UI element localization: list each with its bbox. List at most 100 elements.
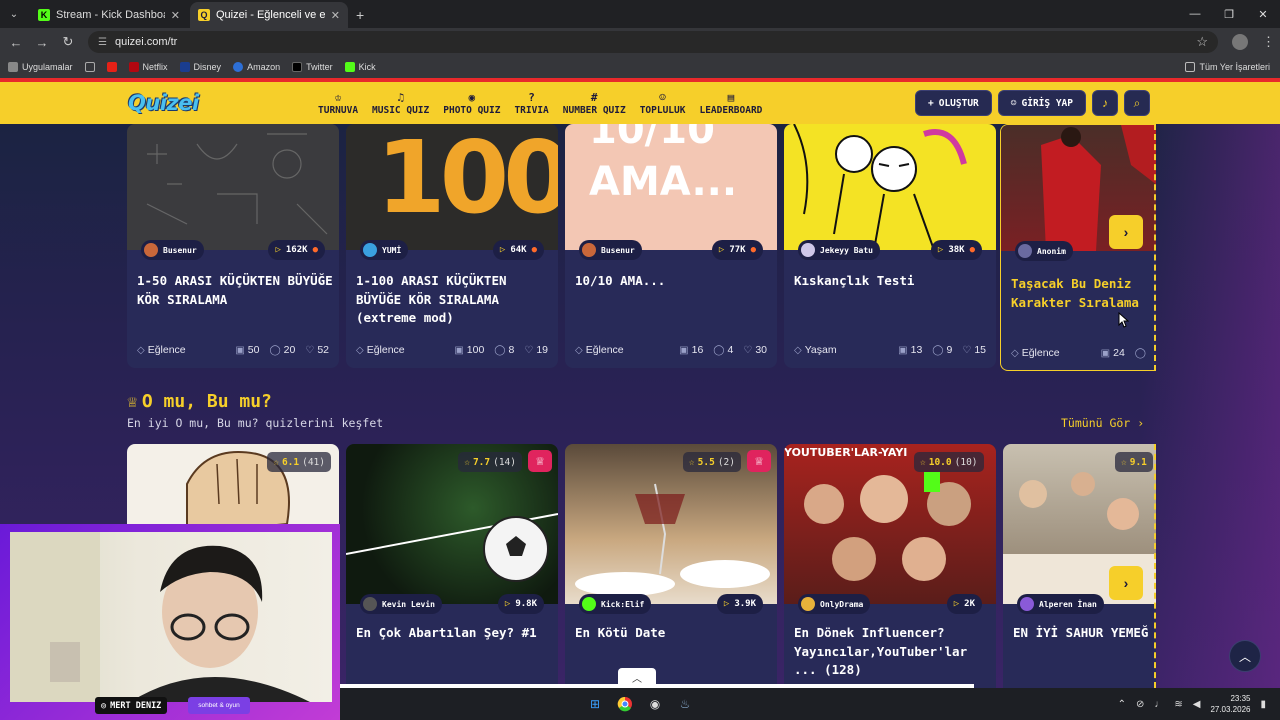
volume-icon[interactable]: ◀ bbox=[1193, 699, 1201, 710]
nav-photo-quiz[interactable]: ◉ PHOTO QUIZ bbox=[443, 91, 500, 116]
author-pill[interactable]: Alperen İnan bbox=[1017, 594, 1104, 614]
author-pill[interactable]: OnlyDrama bbox=[798, 594, 871, 614]
nav-music-quiz[interactable]: ♫ MUSIC QUIZ bbox=[372, 91, 429, 116]
author-pill[interactable]: YUMİ bbox=[360, 240, 409, 260]
author-pill[interactable]: Jekeyy Batu bbox=[798, 240, 880, 260]
quiz-title[interactable]: 10/10 AMA... bbox=[575, 272, 771, 291]
forward-button[interactable]: → bbox=[30, 35, 54, 50]
bookmark-grid[interactable] bbox=[84, 62, 95, 72]
network-off-icon[interactable]: ⊘ bbox=[1136, 699, 1144, 710]
tab-search-button[interactable]: ⌄ bbox=[0, 0, 28, 28]
author-pill[interactable]: Busenur bbox=[141, 240, 204, 260]
site-info-icon[interactable]: ☰ bbox=[98, 37, 107, 48]
nav-number-quiz[interactable]: # NUMBER QUIZ bbox=[563, 91, 626, 116]
steam-icon[interactable]: ♨ bbox=[676, 695, 694, 713]
quiz-card[interactable]: Jekeyy Batu ▷ 38K ● Kıskançlık Testi ◇ Yaşa… bbox=[784, 124, 996, 368]
create-button[interactable]: + OLUŞTUR bbox=[915, 90, 992, 116]
author-pill[interactable]: Anonim bbox=[1015, 241, 1073, 261]
quiz-title[interactable]: 1-50 ARASI KÜÇÜKTEN BÜYÜĞE KÖR SIRALAMA bbox=[137, 272, 333, 309]
wifi-icon[interactable]: ≋ bbox=[1174, 699, 1182, 710]
quiz-card[interactable]: 10/10 AMA... Busenur ▷ 77K ● 10/10 AMA... … bbox=[565, 124, 777, 368]
author-pill[interactable]: Kick:Elif bbox=[579, 594, 652, 614]
poll-card[interactable]: ☆ 9.1 › Alperen İnan EN İYİ SAHUR YEMEĞ bbox=[1003, 444, 1156, 688]
tab-quizei[interactable]: Q Quizei - Eğlenceli ve etkileşimli ✕ bbox=[190, 2, 348, 28]
carousel-next-button[interactable]: › bbox=[1109, 215, 1143, 249]
close-window-button[interactable]: ✕ bbox=[1246, 0, 1280, 28]
browser-menu-icon[interactable]: ⋮ bbox=[1262, 34, 1275, 50]
tab-kick-dashboard[interactable]: K Stream - Kick Dashboard ✕ bbox=[30, 2, 188, 28]
clock[interactable]: 23:35 27.03.2026 bbox=[1210, 693, 1250, 715]
all-bookmarks[interactable]: Tüm Yer İşaretleri bbox=[1185, 62, 1270, 72]
tab-title: Quizei - Eğlenceli ve etkileşimli bbox=[216, 9, 325, 21]
bookmark-kick[interactable]: Kick bbox=[344, 62, 376, 72]
scroll-to-top-button[interactable]: ︿ bbox=[1229, 640, 1261, 672]
obs-icon[interactable]: ◉ bbox=[646, 695, 664, 713]
bookmark-netflix[interactable]: Netflix bbox=[128, 62, 168, 72]
bookmark-label: Disney bbox=[193, 62, 222, 72]
nav-turnuva[interactable]: ♔ TURNUVA bbox=[318, 91, 358, 116]
rating-value: 10.0 bbox=[928, 456, 952, 468]
category[interactable]: ◇ Yaşam bbox=[794, 344, 888, 356]
bookmark-amazon[interactable]: Amazon bbox=[233, 62, 280, 72]
poll-card[interactable]: ☆ 5.5 (2) ♕ Kick:Elif ▷ 3.9K En Kötü Date bbox=[565, 444, 777, 688]
poll-card[interactable]: ☆ 7.7 (14) ♕ Kevin Levin ▷ 9.8K En Çok Abar… bbox=[346, 444, 558, 688]
author-pill[interactable]: Busenur bbox=[579, 240, 642, 260]
quiz-card[interactable]: 100 YUMİ ▷ 64K ● 1-100 ARASI KÜÇÜKTEN BÜYÜ… bbox=[346, 124, 558, 368]
quiz-title[interactable]: Taşacak Bu Deniz Karakter Sıralama bbox=[1011, 275, 1156, 312]
notifications-button[interactable]: ♪ bbox=[1092, 90, 1118, 116]
author-name: Alperen İnan bbox=[1039, 599, 1097, 609]
category-label: Eğlence bbox=[1021, 347, 1060, 359]
category[interactable]: ◇ Eğlence bbox=[356, 344, 444, 356]
microphone-icon[interactable]: ♩ bbox=[1154, 699, 1164, 710]
quizei-logo[interactable]: Quizei bbox=[128, 91, 199, 115]
restore-button[interactable]: ❐ bbox=[1212, 0, 1246, 28]
chrome-icon[interactable] bbox=[616, 695, 634, 713]
poll-title[interactable]: En Dönek Influencer? Yayıncılar,YouTuber… bbox=[794, 624, 990, 680]
quiz-card-hovered[interactable]: › Anonim Taşacak Bu Deniz Karakter Sıral… bbox=[1000, 124, 1156, 371]
poll-title[interactable]: EN İYİ SAHUR YEMEĞ bbox=[1013, 624, 1156, 643]
author-pill[interactable]: Kevin Levin bbox=[360, 594, 442, 614]
see-all-link[interactable]: Tümünü Gör › bbox=[1061, 416, 1144, 430]
like-count[interactable]: ♡ 30 bbox=[743, 344, 767, 356]
streamer-name: MERT DENIZ bbox=[110, 700, 162, 711]
quiz-title[interactable]: Kıskançlık Testi bbox=[794, 272, 990, 291]
bookmark-youtube[interactable] bbox=[106, 62, 117, 72]
like-count[interactable]: ♡ 19 bbox=[524, 344, 548, 356]
windows-start-icon[interactable]: ⊞ bbox=[586, 695, 604, 713]
nav-leaderboard[interactable]: ▤ LEADERBOARD bbox=[699, 91, 762, 116]
chevron-up-icon[interactable]: ⌃ bbox=[1118, 699, 1126, 710]
category[interactable]: ◇ Eğlence bbox=[575, 344, 669, 356]
poll-card[interactable]: YOUTUBER'LAR-YAYI ☆ 10.0 (10) OnlyDrama ▷ 2… bbox=[784, 444, 996, 688]
login-button[interactable]: ☺ GİRİŞ YAP bbox=[997, 90, 1086, 116]
close-tab-icon[interactable]: ✕ bbox=[171, 9, 180, 22]
like-count[interactable]: ♡ 52 bbox=[305, 344, 329, 356]
poll-title[interactable]: En Çok Abartılan Şey? #1 bbox=[356, 624, 552, 643]
bookmark-star-icon[interactable]: ☆ bbox=[1196, 34, 1208, 50]
nav-topluluk[interactable]: ☺ TOPLULUK bbox=[640, 91, 686, 116]
url-field[interactable]: ☰ quizei.com/tr ☆ bbox=[88, 31, 1218, 53]
carousel-next-button[interactable]: › bbox=[1109, 566, 1143, 600]
carousel-edge bbox=[1154, 444, 1156, 688]
profile-avatar[interactable] bbox=[1232, 34, 1248, 50]
back-button[interactable]: ← bbox=[4, 35, 28, 50]
category[interactable]: ◇ Eğlence bbox=[1011, 347, 1091, 359]
quiz-meta: ◇ Eğlence ▣ 24 ◯ bbox=[1011, 347, 1146, 359]
carousel-edge bbox=[1154, 124, 1156, 371]
like-count[interactable]: ♡ 15 bbox=[962, 344, 986, 356]
nav-trivia[interactable]: ? TRIVIA bbox=[514, 91, 548, 116]
new-tab-button[interactable]: + bbox=[356, 2, 364, 28]
star-icon: ☆ bbox=[273, 456, 279, 468]
window-controls: — ❐ ✕ bbox=[1178, 0, 1280, 28]
bookmark-apps[interactable]: Uygulamalar bbox=[8, 62, 73, 72]
bookmark-disney[interactable]: Disney bbox=[179, 62, 222, 72]
reload-button[interactable]: ↻ bbox=[56, 34, 80, 50]
quiz-card[interactable]: Busenur ▷ 162K ● 1-50 ARASI KÜÇÜKTEN BÜYÜĞ… bbox=[127, 124, 339, 368]
category[interactable]: ◇ Eğlence bbox=[137, 344, 225, 356]
minimize-button[interactable]: — bbox=[1178, 0, 1212, 28]
bookmark-twitter[interactable]: Twitter bbox=[292, 62, 333, 72]
poll-title[interactable]: En Kötü Date bbox=[575, 624, 771, 643]
notification-icon[interactable]: ▮ bbox=[1260, 699, 1266, 710]
quiz-title[interactable]: 1-100 ARASI KÜÇÜKTEN BÜYÜĞE KÖR SIRALAMA… bbox=[356, 272, 552, 328]
close-tab-icon[interactable]: ✕ bbox=[331, 9, 340, 22]
search-button[interactable]: ⌕ bbox=[1124, 90, 1150, 116]
